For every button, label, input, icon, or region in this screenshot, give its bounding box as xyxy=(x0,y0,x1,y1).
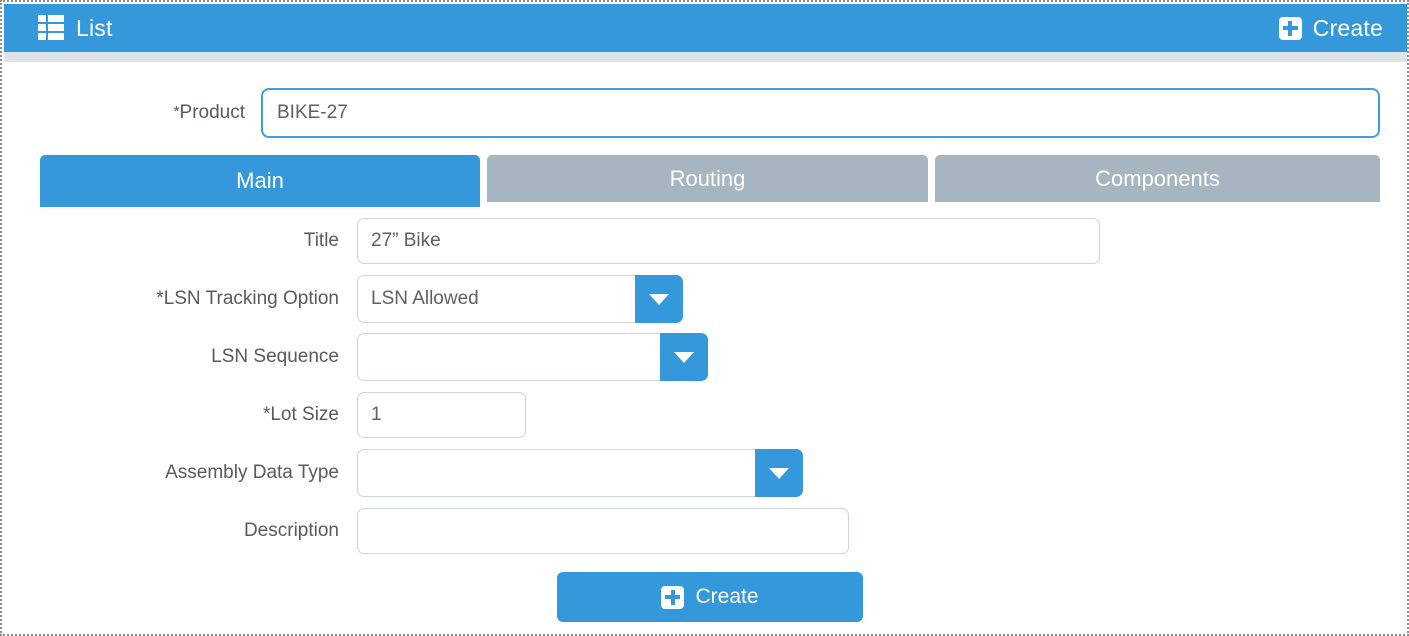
lsn-sequence-label: LSN Sequence xyxy=(211,346,339,367)
product-label-text: Product xyxy=(179,102,245,123)
plus-square-icon xyxy=(1278,16,1302,40)
assembly-data-type-row: Assembly Data Type xyxy=(2,444,1407,502)
description-input[interactable] xyxy=(357,508,849,554)
title-input[interactable] xyxy=(357,218,1100,264)
title-label: Title xyxy=(303,230,339,251)
form-actions: Create xyxy=(2,572,1407,622)
lsn-tracking-option-value[interactable]: LSN Allowed xyxy=(357,275,635,323)
lsn-sequence-select[interactable] xyxy=(357,333,708,381)
assembly-data-type-label: Assembly Data Type xyxy=(165,462,339,483)
create-button-label: Create xyxy=(695,585,759,608)
page-title: List xyxy=(76,14,113,41)
lsn-tracking-option-row: *LSN Tracking Option LSN Allowed xyxy=(2,270,1407,328)
lsn-tracking-option-label: *LSN Tracking Option xyxy=(156,288,339,309)
assembly-data-type-value[interactable] xyxy=(357,449,755,497)
lot-size-input[interactable] xyxy=(357,392,526,438)
lsn-sequence-dropdown-button[interactable] xyxy=(660,333,708,381)
header-left-group: List xyxy=(38,15,113,42)
lot-size-label: *Lot Size xyxy=(262,404,339,425)
tab-main[interactable]: Main xyxy=(40,155,480,207)
chevron-down-icon xyxy=(769,467,789,479)
lot-size-control xyxy=(357,392,526,438)
assembly-data-type-control xyxy=(357,449,803,497)
description-row: Description xyxy=(2,502,1407,560)
plus-square-icon xyxy=(661,585,685,609)
lsn-tracking-option-dropdown-button[interactable] xyxy=(635,275,683,323)
lsn-tracking-option-control: LSN Allowed xyxy=(357,275,683,323)
chevron-down-icon xyxy=(649,293,669,305)
list-icon xyxy=(38,15,64,41)
main-form: Title *LSN Tracking Option LSN Allowed L… xyxy=(2,212,1407,560)
assembly-data-type-select[interactable] xyxy=(357,449,803,497)
title-row: Title xyxy=(2,212,1407,270)
lot-size-row: *Lot Size xyxy=(2,386,1407,444)
product-input[interactable] xyxy=(261,88,1380,138)
header-create-label: Create xyxy=(1312,14,1383,41)
tab-routing[interactable]: Routing xyxy=(487,155,928,202)
create-button[interactable]: Create xyxy=(557,572,863,622)
description-control xyxy=(357,508,849,554)
lsn-sequence-row: LSN Sequence xyxy=(2,328,1407,386)
lsn-sequence-value[interactable] xyxy=(357,333,660,381)
lsn-sequence-control xyxy=(357,333,708,381)
assembly-data-type-dropdown-button[interactable] xyxy=(755,449,803,497)
title-control xyxy=(357,218,1100,264)
header-bar: List Create xyxy=(4,4,1407,52)
tab-components[interactable]: Components xyxy=(935,155,1380,202)
header-divider-strip xyxy=(4,52,1407,62)
header-create-button[interactable]: Create xyxy=(1278,14,1383,42)
chevron-down-icon xyxy=(674,351,694,363)
product-label: *Product xyxy=(2,102,261,124)
description-label: Description xyxy=(243,520,339,541)
tab-bar: Main Routing Components xyxy=(40,155,1380,207)
app-window: List Create *Product Main Routing Compon… xyxy=(0,0,1409,636)
product-row: *Product xyxy=(2,87,1407,139)
lsn-tracking-option-select[interactable]: LSN Allowed xyxy=(357,275,683,323)
